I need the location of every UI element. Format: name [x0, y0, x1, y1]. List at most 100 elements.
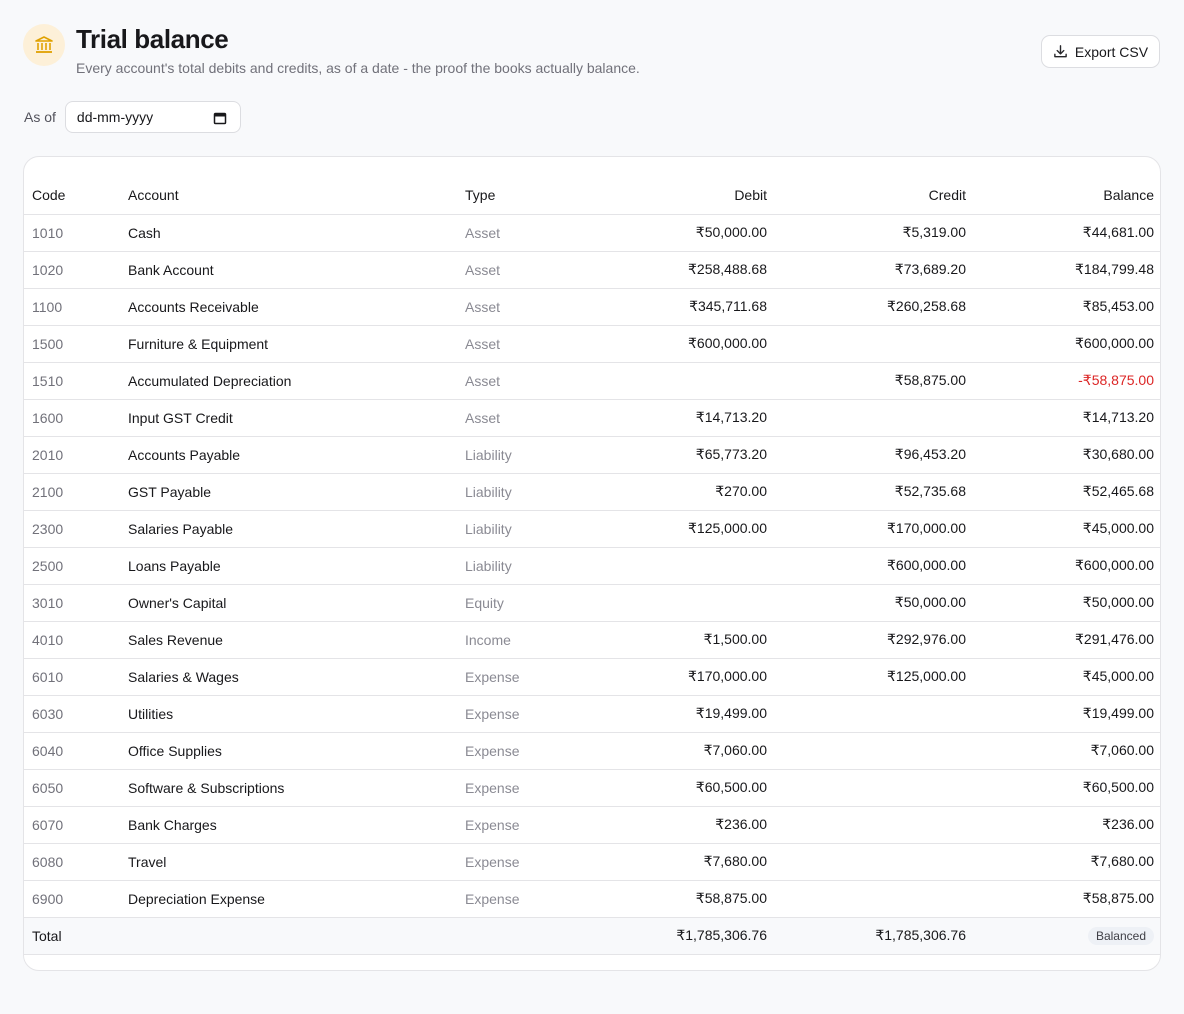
table-row: 1020 Bank Account Asset ₹258,488.68 ₹73,689.…: [24, 251, 1160, 289]
debit-amount: ₹50,000.00: [598, 214, 775, 252]
account-name: Travel: [120, 843, 457, 881]
calendar-icon[interactable]: [213, 111, 227, 128]
account-type: Asset: [457, 325, 598, 363]
credit-amount: ₹170,000.00: [775, 510, 974, 548]
table-row: 4010 Sales Revenue Income ₹1,500.00 ₹292,976…: [24, 621, 1160, 659]
debit-amount: [598, 584, 775, 622]
export-csv-button[interactable]: Export CSV: [1041, 35, 1160, 68]
account-name: Bank Charges: [120, 806, 457, 844]
credit-amount: ₹600,000.00: [775, 547, 974, 585]
debit-amount: ₹236.00: [598, 806, 775, 844]
account-type: Expense: [457, 695, 598, 733]
table-row: 6900 Depreciation Expense Expense ₹58,875.0…: [24, 880, 1160, 918]
account-name: Accumulated Depreciation: [120, 362, 457, 400]
account-name: Accounts Receivable: [120, 288, 457, 326]
account-type: Liability: [457, 547, 598, 585]
balance-amount: ₹7,060.00: [974, 732, 1160, 770]
account-type: Asset: [457, 288, 598, 326]
balance-amount: ₹44,681.00: [974, 214, 1160, 252]
table-row: 6080 Travel Expense ₹7,680.00 ₹7,680.00: [24, 843, 1160, 881]
table-row: 1510 Accumulated Depreciation Asset ₹58,875…: [24, 362, 1160, 400]
account-name: Furniture & Equipment: [120, 325, 457, 363]
debit-amount: ₹7,060.00: [598, 732, 775, 770]
account-name: Bank Account: [120, 251, 457, 289]
balanced-badge: Balanced: [1087, 926, 1154, 945]
trial-balance-card: Code Account Type Debit Credit Balance 1…: [23, 156, 1161, 971]
account-code: 6030: [24, 695, 120, 733]
account-code: 1020: [24, 251, 120, 289]
debit-amount: ₹600,000.00: [598, 325, 775, 363]
page-title: Trial balance: [76, 24, 229, 54]
debit-amount: [598, 547, 775, 585]
account-code: 1510: [24, 362, 120, 400]
balance-amount: ₹85,453.00: [974, 288, 1160, 326]
credit-amount: [775, 399, 974, 437]
credit-amount: ₹5,319.00: [775, 214, 974, 252]
credit-amount: ₹50,000.00: [775, 584, 974, 622]
balance-amount: ₹60,500.00: [974, 769, 1160, 807]
table-row: 3010 Owner's Capital Equity ₹50,000.00 ₹50,0…: [24, 584, 1160, 622]
as-of-date-input[interactable]: dd-mm-yyyy: [64, 101, 241, 133]
account-code: 1500: [24, 325, 120, 363]
account-type: Expense: [457, 658, 598, 696]
account-code: 2300: [24, 510, 120, 548]
account-code: 2500: [24, 547, 120, 585]
account-name: Utilities: [120, 695, 457, 733]
trial-balance-page: Trial balance Every account's total debi…: [0, 0, 1184, 1014]
account-code: 3010: [24, 584, 120, 622]
balance-amount: ₹19,499.00: [974, 695, 1160, 733]
account-code: 1010: [24, 214, 120, 252]
credit-amount: ₹58,875.00: [775, 362, 974, 400]
account-code: 1600: [24, 399, 120, 437]
account-code: 6900: [24, 880, 120, 918]
table-row: 1100 Accounts Receivable Asset ₹345,711.68 ₹…: [24, 288, 1160, 326]
account-name: Owner's Capital: [120, 584, 457, 622]
total-debit: ₹1,785,306.76: [598, 917, 775, 955]
credit-amount: [775, 769, 974, 807]
account-type: Income: [457, 621, 598, 659]
table-row: 1010 Cash Asset ₹50,000.00 ₹5,319.00 ₹44,681.…: [24, 214, 1160, 252]
account-type: Liability: [457, 510, 598, 548]
table-row: 6050 Software & Subscriptions Expense ₹60,5…: [24, 769, 1160, 807]
bank-icon: [23, 24, 65, 66]
balance-amount: ₹184,799.48: [974, 251, 1160, 289]
debit-amount: ₹125,000.00: [598, 510, 775, 548]
balance-amount: ₹50,000.00: [974, 584, 1160, 622]
account-type: Liability: [457, 473, 598, 511]
balance-amount: ₹600,000.00: [974, 547, 1160, 585]
balance-amount: ₹58,875.00: [974, 880, 1160, 918]
debit-amount: ₹258,488.68: [598, 251, 775, 289]
column-header-debit: Debit: [598, 176, 775, 215]
debit-amount: ₹270.00: [598, 473, 775, 511]
column-header-credit: Credit: [775, 176, 974, 215]
account-code: 6080: [24, 843, 120, 881]
account-name: Salaries Payable: [120, 510, 457, 548]
total-credit: ₹1,785,306.76: [775, 917, 974, 955]
total-label: Total: [24, 917, 120, 955]
account-name: Office Supplies: [120, 732, 457, 770]
balance-amount: ₹45,000.00: [974, 510, 1160, 548]
credit-amount: ₹292,976.00: [775, 621, 974, 659]
date-placeholder: dd-mm-yyyy: [76, 109, 154, 125]
trial-balance-table: Code Account Type Debit Credit Balance 1…: [24, 176, 1160, 955]
account-code: 2100: [24, 473, 120, 511]
balance-amount: ₹52,465.68: [974, 473, 1160, 511]
table-row: 6030 Utilities Expense ₹19,499.00 ₹19,499.00: [24, 695, 1160, 733]
page-subtitle: Every account's total debits and credits…: [76, 60, 640, 76]
account-name: Input GST Credit: [120, 399, 457, 437]
total-row: Total ₹1,785,306.76 ₹1,785,306.76 Balanc…: [24, 917, 1160, 955]
account-type: Expense: [457, 880, 598, 918]
table-row: 6010 Salaries & Wages Expense ₹170,000.00 ₹1…: [24, 658, 1160, 696]
debit-amount: ₹14,713.20: [598, 399, 775, 437]
account-name: Software & Subscriptions: [120, 769, 457, 807]
balance-amount: ₹45,000.00: [974, 658, 1160, 696]
page-header: Trial balance Every account's total debi…: [23, 22, 1160, 78]
table-row: 2500 Loans Payable Liability ₹600,000.00 ₹60…: [24, 547, 1160, 585]
debit-amount: ₹60,500.00: [598, 769, 775, 807]
account-name: Sales Revenue: [120, 621, 457, 659]
credit-amount: [775, 695, 974, 733]
account-code: 6010: [24, 658, 120, 696]
account-type: Asset: [457, 362, 598, 400]
table-row: 6040 Office Supplies Expense ₹7,060.00 ₹7,06…: [24, 732, 1160, 770]
credit-amount: ₹73,689.20: [775, 251, 974, 289]
